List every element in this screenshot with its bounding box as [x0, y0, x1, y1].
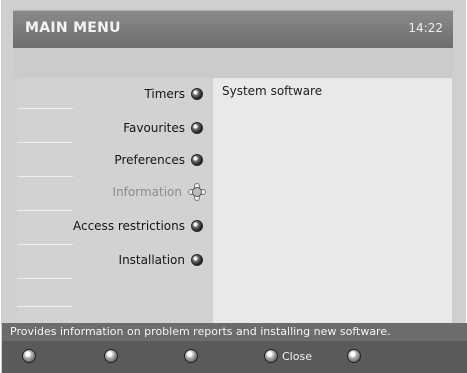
tv-screen: MAIN MENU 14:22 Timers Favourites Prefer… — [1, 0, 467, 373]
radio-bullet-icon — [191, 220, 203, 232]
menu-divider — [17, 278, 73, 279]
menu-divider — [17, 306, 73, 307]
menu-divider — [17, 176, 73, 177]
menu-item-label: Installation — [118, 253, 185, 267]
menu-divider — [17, 244, 73, 245]
color-key-icon — [264, 349, 278, 363]
menu-item-label: Access restrictions — [72, 219, 185, 233]
help-text: Provides information on problem reports … — [10, 325, 391, 338]
radio-bullet-icon — [191, 154, 203, 166]
radio-bullet-icon — [191, 254, 203, 266]
submenu-item-system-software[interactable]: System software — [222, 84, 322, 98]
menu-divider — [17, 108, 73, 109]
blue-key-button[interactable] — [347, 349, 365, 363]
navigation-cursor-icon — [188, 183, 206, 201]
menu-divider — [17, 142, 73, 143]
yellow-key-button[interactable] — [184, 349, 202, 363]
menu-divider — [17, 210, 73, 211]
close-label: Close — [282, 349, 312, 363]
menu-item-installation[interactable]: Installation — [119, 251, 203, 269]
clock: 14:22 — [408, 21, 443, 35]
menu-list: Timers Favourites Preferences Informatio… — [17, 78, 213, 323]
menu-panel: Timers Favourites Preferences Informatio… — [17, 78, 452, 323]
color-key-icon — [184, 349, 198, 363]
menu-item-access-restrictions[interactable]: Access restrictions — [73, 217, 203, 235]
menu-item-label: Favourites — [123, 121, 185, 135]
menu-item-information[interactable]: Information — [113, 183, 206, 201]
help-bar: Provides information on problem reports … — [2, 323, 467, 341]
menu-item-label: Timers — [144, 87, 185, 101]
close-button[interactable]: Close — [264, 349, 312, 363]
menu-item-label: Preferences — [114, 153, 185, 167]
radio-bullet-icon — [191, 122, 203, 134]
title-bar: MAIN MENU 14:22 — [13, 10, 453, 48]
color-key-icon — [22, 349, 36, 363]
radio-bullet-icon — [191, 88, 203, 100]
remote-button-bar: Close — [2, 341, 467, 373]
color-key-icon — [347, 349, 361, 363]
menu-title: MAIN MENU — [25, 20, 121, 36]
green-key-button[interactable] — [104, 349, 122, 363]
color-key-icon — [104, 349, 118, 363]
menu-item-favourites[interactable]: Favourites — [123, 119, 203, 137]
menu-item-preferences[interactable]: Preferences — [114, 151, 203, 169]
menu-item-timers[interactable]: Timers — [144, 85, 203, 103]
red-key-button[interactable] — [22, 349, 40, 363]
menu-item-label: Information — [112, 185, 182, 199]
header-spacer — [13, 48, 453, 78]
